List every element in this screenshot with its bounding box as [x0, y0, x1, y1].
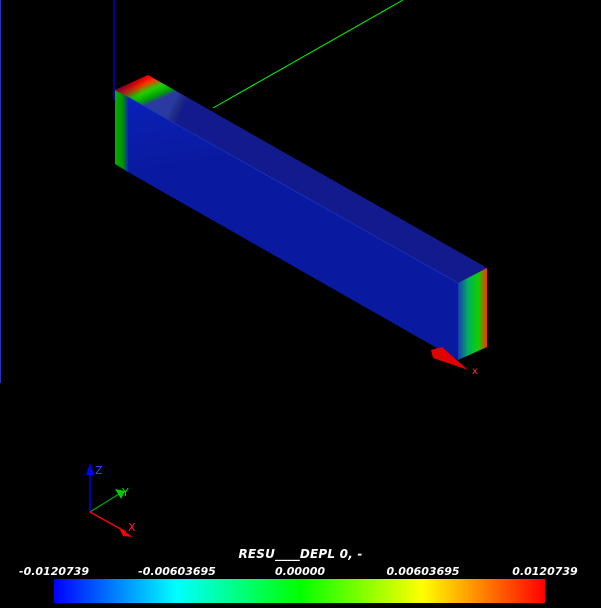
triad-x-label: X: [128, 521, 136, 534]
axes-triad-icon: [86, 463, 133, 537]
scalar-color-bar[interactable]: [54, 579, 545, 603]
3d-scene[interactable]: x Z Y X: [0, 0, 601, 608]
scalar-bar-tick-zero: 0.00000: [274, 565, 326, 578]
scalar-bar-tick-high: 0.00603695: [386, 565, 460, 578]
beam-left-face: [115, 90, 128, 172]
main-x-axis-label: x: [472, 366, 478, 377]
scalar-bar-title: RESU____DEPL 0, -: [238, 547, 363, 561]
triad-z-label: Z: [95, 464, 103, 477]
beam-right-face: [458, 268, 487, 360]
scalar-bar-tick-max: 0.0120739: [512, 565, 578, 578]
scalar-bar-tick-min: -0.0120739: [19, 565, 89, 578]
beam-mesh[interactable]: [115, 75, 487, 360]
scalar-bar-tick-low: -0.00603695: [138, 565, 216, 578]
render-viewport[interactable]: x Z Y X RESU____DEPL 0, - -0.0120739 -0.…: [0, 0, 601, 608]
triad-y-label: Y: [121, 486, 129, 499]
y-axis-line: [212, 0, 404, 109]
